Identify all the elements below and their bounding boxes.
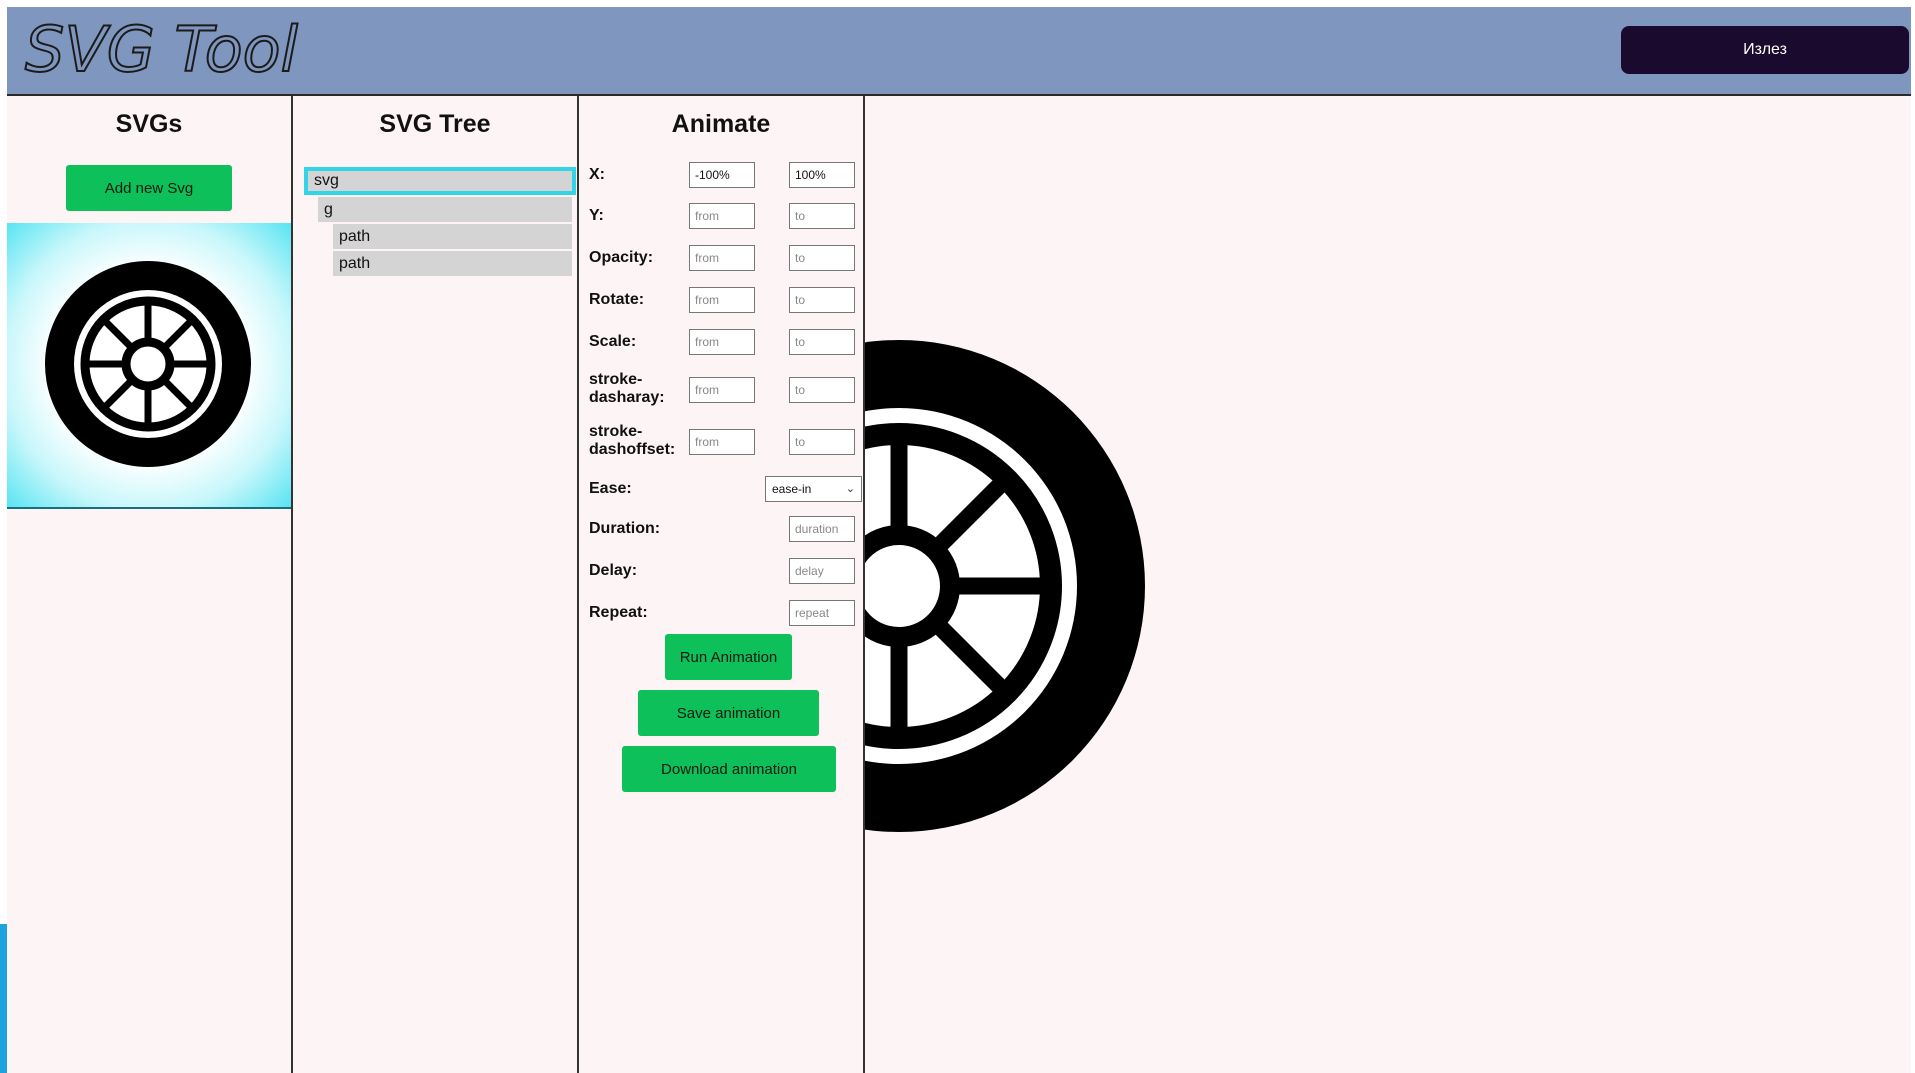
ease-select[interactable]: ease-in ⌄ (765, 476, 862, 502)
app-header: SVG Tool Излез (7, 7, 1911, 96)
add-svg-button[interactable]: Add new Svg (66, 165, 232, 211)
rotate-to-input[interactable] (789, 287, 855, 313)
ease-select-value: ease-in (772, 482, 812, 496)
ease-label: Ease: (589, 480, 632, 497)
tree-node-path[interactable]: path (333, 251, 572, 276)
chevron-down-icon: ⌄ (845, 483, 855, 495)
svgs-panel-title: SVGs (115, 110, 183, 138)
x-label: X: (589, 166, 605, 183)
tree-node-path[interactable]: path (333, 224, 572, 249)
preview-canvas (865, 96, 1911, 1073)
tree-node-svg[interactable]: svg (304, 167, 576, 195)
download-animation-button[interactable]: Download animation (622, 746, 836, 792)
y-label: Y: (589, 207, 604, 224)
duration-input[interactable] (789, 516, 855, 542)
wheel-icon (45, 261, 251, 467)
save-animation-button[interactable]: Save animation (638, 690, 819, 736)
svg-tree-title: SVG Tree (379, 110, 491, 138)
animate-panel: Animate X: Y: Opacity: Rotate: Scale: st… (579, 96, 865, 1073)
logout-button[interactable]: Излез (1621, 26, 1909, 74)
animate-title: Animate (671, 110, 771, 138)
repeat-label: Repeat: (589, 604, 648, 621)
window-edge-strip (0, 924, 7, 1073)
stroke-dashoffset-to-input[interactable] (789, 429, 855, 455)
repeat-input[interactable] (789, 600, 855, 626)
stroke-dasharay-from-input[interactable] (689, 377, 755, 403)
stroke-dashoffset-from-input[interactable] (689, 429, 755, 455)
stroke-dashoffset-label: stroke-dashoffset: (589, 423, 676, 458)
duration-label: Duration: (589, 520, 661, 537)
opacity-from-input[interactable] (689, 245, 755, 271)
app-frame: SVG Tool Излез SVGs Add new Svg SVG Tree… (7, 7, 1911, 1073)
stroke-dasharay-label: stroke-dasharay: (589, 371, 665, 406)
y-from-input[interactable] (689, 203, 755, 229)
svgs-panel: SVGs Add new Svg (7, 96, 293, 1073)
wheel-icon (865, 340, 1145, 832)
opacity-label: Opacity: (589, 249, 654, 266)
opacity-to-input[interactable] (789, 245, 855, 271)
x-to-input[interactable] (789, 162, 855, 188)
svg-tree-panel: SVG Tree svg g path path (293, 96, 579, 1073)
run-animation-button[interactable]: Run Animation (665, 634, 792, 680)
svg-list-item[interactable] (7, 223, 291, 509)
stroke-dasharay-to-input[interactable] (789, 377, 855, 403)
delay-input[interactable] (789, 558, 855, 584)
scale-to-input[interactable] (789, 329, 855, 355)
x-from-input[interactable] (689, 162, 755, 188)
scale-from-input[interactable] (689, 329, 755, 355)
tree-node-g[interactable]: g (318, 197, 572, 222)
rotate-from-input[interactable] (689, 287, 755, 313)
rotate-label: Rotate: (589, 291, 645, 308)
y-to-input[interactable] (789, 203, 855, 229)
scale-label: Scale: (589, 333, 637, 350)
delay-label: Delay: (589, 562, 638, 579)
app-logo: SVG Tool (24, 12, 299, 85)
svg-text:SVG Tool: SVG Tool (25, 13, 298, 85)
